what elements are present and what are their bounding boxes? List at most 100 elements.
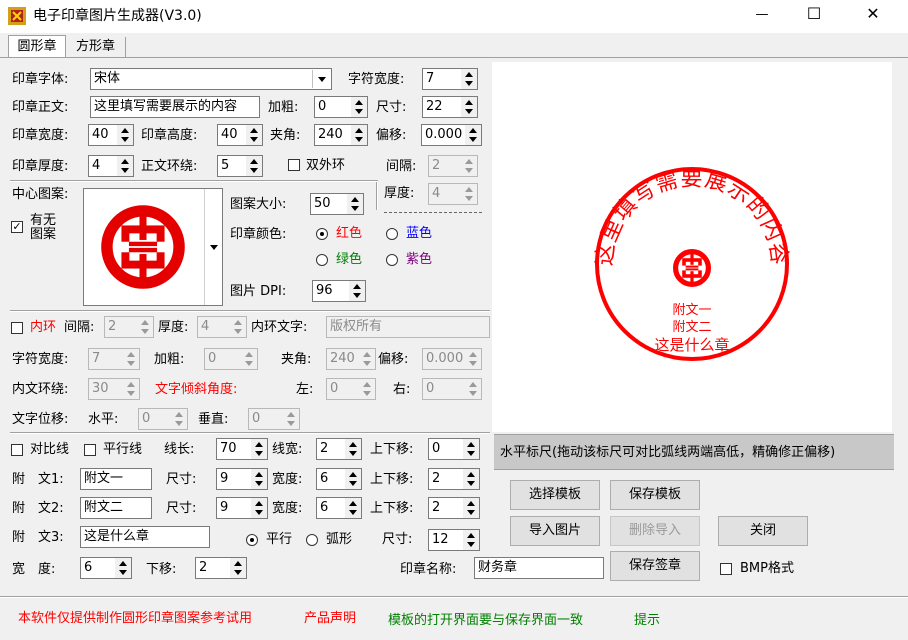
attach1-size-input[interactable]: 9 <box>216 468 252 490</box>
inner-angle-input[interactable]: 240 <box>326 348 360 370</box>
angle-input[interactable]: 240 <box>314 124 352 146</box>
chevron-down-icon[interactable] <box>312 70 330 88</box>
inner-wrap-stepper[interactable]: 30 <box>88 378 140 400</box>
char-width-stepper[interactable]: 7 <box>422 68 478 90</box>
down-shift-stepper[interactable]: 2 <box>195 557 247 579</box>
attach2-shift-stepper[interactable]: 2 <box>428 497 480 519</box>
vertical-stepper[interactable]: 0 <box>248 408 300 430</box>
inner-ring-checkbox[interactable] <box>11 322 23 334</box>
parallel-radio[interactable] <box>246 534 258 546</box>
size-input[interactable]: 22 <box>422 96 462 118</box>
pattern-size-input[interactable]: 50 <box>310 193 348 215</box>
attach3-size-stepper[interactable]: 12 <box>428 529 480 551</box>
height-input[interactable]: 40 <box>217 124 247 146</box>
bold-stepper[interactable]: 0 <box>314 96 368 118</box>
inner-gap-stepper[interactable]: 2 <box>104 316 154 338</box>
size-stepper[interactable]: 22 <box>422 96 478 118</box>
thickness-stepper[interactable]: 4 <box>88 155 134 177</box>
inner-char-width-input[interactable]: 7 <box>88 348 124 370</box>
color-red-radio[interactable] <box>316 228 328 240</box>
select-template-button[interactable]: 选择模板 <box>510 480 600 510</box>
double-ring-checkbox[interactable] <box>288 159 300 171</box>
statement-link[interactable]: 产品声明 <box>304 611 356 627</box>
right-stepper[interactable]: 0 <box>422 378 482 400</box>
bold-input[interactable]: 0 <box>314 96 352 118</box>
inner-offset-input[interactable]: 0.000 <box>422 348 466 370</box>
vertical-input[interactable]: 0 <box>248 408 284 430</box>
attach3-input[interactable]: 这是什么章 <box>80 526 210 548</box>
char-width-input[interactable]: 7 <box>422 68 462 90</box>
save-seal-button[interactable]: 保存签章 <box>610 551 700 581</box>
height-stepper[interactable]: 40 <box>217 124 263 146</box>
thickness-input[interactable]: 4 <box>88 155 118 177</box>
angle-stepper[interactable]: 240 <box>314 124 368 146</box>
color-green-radio[interactable] <box>316 254 328 266</box>
attach1-size-stepper[interactable]: 9 <box>216 468 268 490</box>
tab-round-seal[interactable]: 圆形章 <box>8 35 66 58</box>
tip-link[interactable]: 提示 <box>634 613 660 629</box>
inner-text-input[interactable]: 版权所有 <box>326 316 490 338</box>
gap-input[interactable]: 2 <box>428 155 462 177</box>
down-shift-input[interactable]: 2 <box>195 557 231 579</box>
inner-gap-input[interactable]: 2 <box>104 316 138 338</box>
seal-name-input[interactable]: 财务章 <box>474 557 604 579</box>
close-button[interactable]: 关闭 <box>718 516 808 546</box>
offset-input[interactable]: 0.000 <box>421 124 466 146</box>
attach2-size-stepper[interactable]: 9 <box>216 497 268 519</box>
save-template-button[interactable]: 保存模板 <box>610 480 700 510</box>
wrap-stepper[interactable]: 5 <box>217 155 263 177</box>
attach2-width-stepper[interactable]: 6 <box>316 497 362 519</box>
attach2-width-input[interactable]: 6 <box>316 497 346 519</box>
wrap-input[interactable]: 5 <box>217 155 247 177</box>
vertical-shift-stepper[interactable]: 0 <box>428 438 480 460</box>
inner-char-width-stepper[interactable]: 7 <box>88 348 140 370</box>
chevron-down-icon[interactable] <box>210 245 218 250</box>
line-width-input[interactable]: 2 <box>316 438 346 460</box>
right-input[interactable]: 0 <box>422 378 466 400</box>
close-window-button[interactable]: ✕ <box>863 6 883 22</box>
text-input[interactable]: 这里填写需要展示的内容 <box>90 96 260 118</box>
vertical-shift-input[interactable]: 0 <box>428 438 464 460</box>
horizontal-ruler[interactable]: 水平标尺(拖动该标尺可对比弧线两端高低，精确修正偏移) <box>494 434 894 470</box>
inner-bold-stepper[interactable]: 0 <box>204 348 258 370</box>
attach3-size-input[interactable]: 12 <box>428 529 464 551</box>
inner-wrap-input[interactable]: 30 <box>88 378 124 400</box>
left-input[interactable]: 0 <box>326 378 360 400</box>
horizontal-input[interactable]: 0 <box>138 408 172 430</box>
tab-square-seal[interactable]: 方形章 <box>66 37 126 58</box>
inner-thickness-stepper[interactable]: 4 <box>197 316 247 338</box>
pattern-size-stepper[interactable]: 50 <box>310 193 364 215</box>
width-input[interactable]: 40 <box>88 124 118 146</box>
bmp-format-checkbox[interactable] <box>720 563 732 575</box>
left-stepper[interactable]: 0 <box>326 378 376 400</box>
attach1-width-input[interactable]: 6 <box>316 468 346 490</box>
attach2-size-input[interactable]: 9 <box>216 497 252 519</box>
attach1-shift-stepper[interactable]: 2 <box>428 468 480 490</box>
inner-bold-input[interactable]: 0 <box>204 348 242 370</box>
color-blue-radio[interactable] <box>386 228 398 240</box>
attach1-shift-input[interactable]: 2 <box>428 468 464 490</box>
parallel-line-checkbox[interactable] <box>84 444 96 456</box>
maximize-button[interactable]: ☐ <box>804 6 824 22</box>
attach-width-input[interactable]: 6 <box>80 557 116 579</box>
attach1-width-stepper[interactable]: 6 <box>316 468 362 490</box>
ring-thickness-stepper[interactable]: 4 <box>428 183 478 205</box>
dpi-input[interactable]: 96 <box>312 280 350 302</box>
attach2-shift-input[interactable]: 2 <box>428 497 464 519</box>
pattern-picker[interactable] <box>83 188 223 306</box>
compare-line-checkbox[interactable] <box>11 444 23 456</box>
line-length-stepper[interactable]: 70 <box>216 438 268 460</box>
line-width-stepper[interactable]: 2 <box>316 438 362 460</box>
minimize-button[interactable]: — <box>752 7 772 23</box>
attach2-input[interactable]: 附文二 <box>80 497 152 519</box>
gap-stepper[interactable]: 2 <box>428 155 478 177</box>
font-select[interactable]: 宋体 <box>90 68 332 90</box>
line-length-input[interactable]: 70 <box>216 438 252 460</box>
disclaimer-link[interactable]: 本软件仅提供制作圆形印章图案参考试用 <box>18 611 252 627</box>
dpi-stepper[interactable]: 96 <box>312 280 366 302</box>
arc-radio[interactable] <box>306 534 318 546</box>
color-purple-radio[interactable] <box>386 254 398 266</box>
horizontal-stepper[interactable]: 0 <box>138 408 188 430</box>
import-image-button[interactable]: 导入图片 <box>510 516 600 546</box>
attach1-input[interactable]: 附文一 <box>80 468 152 490</box>
